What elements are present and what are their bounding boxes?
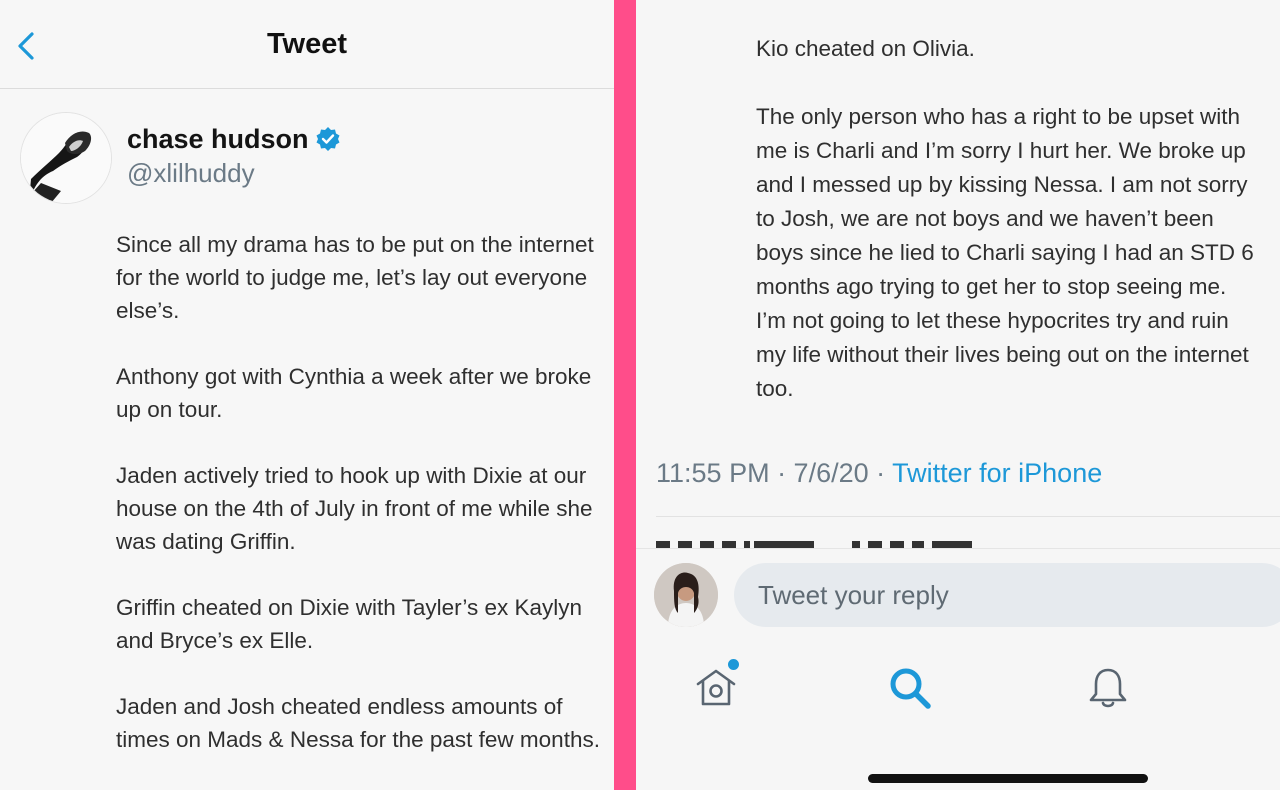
avatar[interactable] bbox=[20, 112, 112, 204]
tweet-paragraph: Griffin cheated on Dixie with Tayler’s e… bbox=[116, 595, 583, 653]
reply-input[interactable] bbox=[734, 563, 1280, 627]
tweet-meta: 11:55 PM · 7/6/20 · Twitter for iPhone bbox=[656, 458, 1102, 489]
left-panel: Tweet chase hudson @xlilhuddy Since all … bbox=[0, 0, 614, 790]
divider-line bbox=[656, 516, 1280, 517]
profile-photo bbox=[21, 113, 111, 203]
home-indicator[interactable] bbox=[868, 774, 1148, 783]
tweet-paragraph: Kio cheated on Olivia. bbox=[756, 36, 975, 61]
user-handle[interactable]: @xlilhuddy bbox=[127, 158, 255, 189]
search-icon bbox=[890, 668, 931, 709]
page-title: Tweet bbox=[266, 28, 348, 60]
tweet-paragraph: The only person who has a right to be up… bbox=[756, 104, 1254, 401]
tweet-paragraph: Jaden and Josh cheated endless amounts o… bbox=[116, 694, 600, 752]
top-bar: Tweet bbox=[0, 0, 614, 89]
tweet-text-right: Kio cheated on Olivia. The only person w… bbox=[756, 32, 1256, 440]
tweet-source-link[interactable]: Twitter for iPhone bbox=[892, 458, 1102, 488]
tweet-text-left: Since all my drama has to be put on the … bbox=[116, 228, 606, 789]
tweet-paragraph: Anthony got with Cynthia a week after we… bbox=[116, 364, 592, 422]
nav-search[interactable] bbox=[886, 664, 934, 712]
collage-divider bbox=[614, 0, 636, 790]
tweet-timestamp: 11:55 PM · 7/6/20 · bbox=[656, 458, 893, 488]
notifications-icon bbox=[1089, 668, 1127, 708]
verified-badge-icon bbox=[316, 127, 340, 151]
current-user-photo bbox=[654, 563, 718, 627]
tweet-paragraph: Jaden actively tried to hook up with Dix… bbox=[116, 463, 593, 554]
current-user-avatar[interactable] bbox=[654, 563, 718, 627]
tweet-paragraph: Since all my drama has to be put on the … bbox=[116, 232, 594, 323]
right-panel: Kio cheated on Olivia. The only person w… bbox=[636, 0, 1280, 790]
reply-bar bbox=[636, 548, 1280, 641]
nav-notifications[interactable] bbox=[1084, 664, 1132, 712]
new-content-dot bbox=[726, 657, 741, 672]
display-name[interactable]: chase hudson bbox=[127, 124, 309, 155]
